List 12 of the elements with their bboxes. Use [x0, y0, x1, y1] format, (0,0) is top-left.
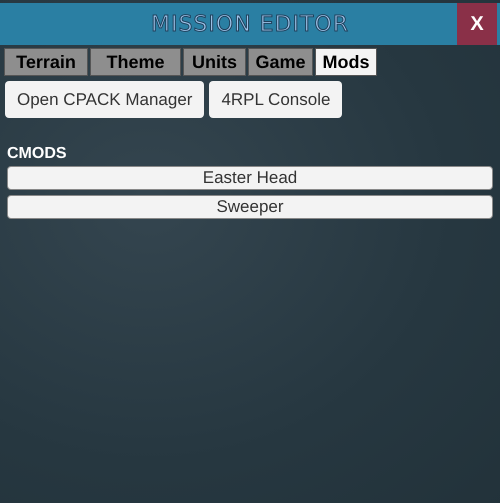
tab[interactable]: Mods: [315, 48, 377, 76]
tab[interactable]: Terrain: [4, 48, 88, 76]
section-heading: CMODS: [7, 145, 68, 163]
mod-item[interactable]: Sweeper: [7, 195, 493, 219]
tab[interactable]: Theme: [90, 48, 181, 76]
tab[interactable]: Game: [248, 48, 313, 76]
tab[interactable]: Units: [183, 48, 246, 76]
window-title: MISSION EDITOR: [150, 12, 350, 36]
close-button[interactable]: X: [457, 3, 497, 45]
action-button[interactable]: 4RPL Console: [209, 81, 342, 118]
mod-item[interactable]: Easter Head: [7, 166, 493, 190]
action-button[interactable]: Open CPACK Manager: [5, 81, 204, 118]
